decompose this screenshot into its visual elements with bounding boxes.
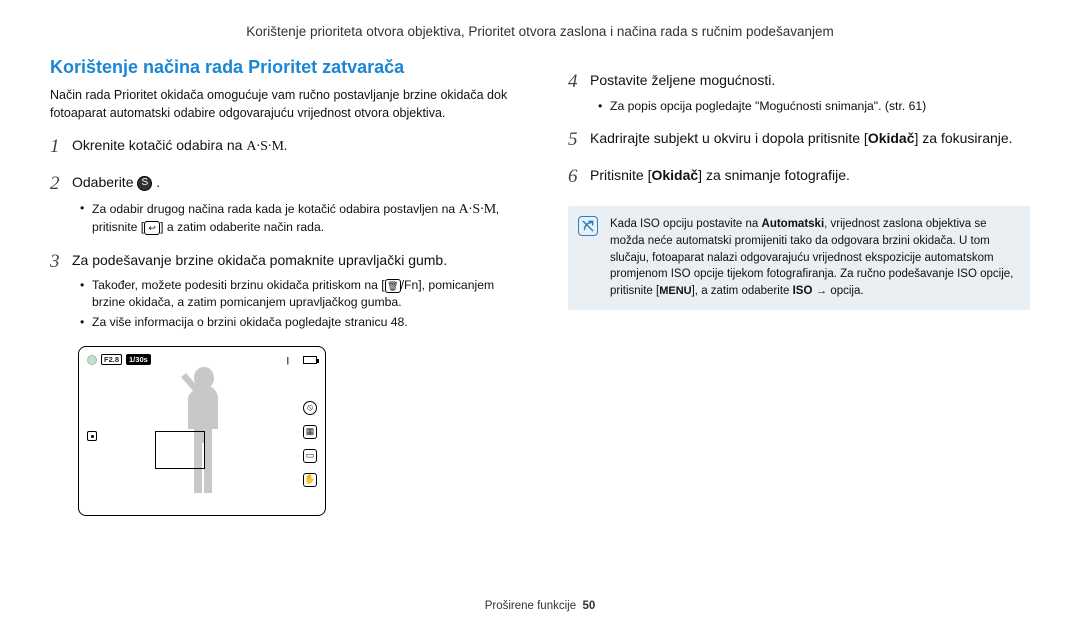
trash-fn-icon: 🗑 [385, 279, 401, 293]
step-text: Za podešavanje brzine okidača pomaknite … [72, 251, 447, 271]
step-text: Pritisnite [ [590, 167, 651, 183]
step-number: 6 [568, 166, 590, 189]
note-text: ], a zatim odaberite [692, 285, 793, 297]
step-number: 2 [50, 173, 72, 196]
step-1: 1 Okrenite kotačić odabira na A·S·M. [50, 136, 520, 159]
mode-dial-label: A·S·M [459, 202, 496, 217]
note-bold: ISO [793, 285, 813, 297]
s-mode-icon: S [137, 176, 152, 191]
bullet-text: ] a zatim odaberite način rada. [160, 220, 324, 234]
step-text: Odaberite [72, 174, 137, 190]
note-text: opcija. [830, 285, 863, 297]
left-column: Korištenje načina rada Prioritet zatvara… [50, 57, 520, 516]
shutter-bold: Okidač [651, 167, 698, 183]
step-4-bullets: Za popis opcija pogledajte "Mogućnosti s… [598, 98, 1030, 115]
section-title: Korištenje načina rada Prioritet zatvara… [50, 57, 520, 78]
arrow-icon: → [812, 285, 830, 297]
step-number: 4 [568, 71, 590, 94]
shutter-bold: Okidač [868, 130, 915, 146]
step-3: 3 Za podešavanje brzine okidača pomaknit… [50, 251, 520, 274]
camera-lcd-diagram: F2.8 1/30s | ⦸ ▦ ▭ ✋ [78, 346, 326, 516]
af-point-icon [87, 431, 97, 441]
step-5: 5 Kadrirajte subjekt u okviru i dopola p… [568, 129, 1030, 152]
step-4: 4 Postavite željene mogućnosti. [568, 71, 1030, 94]
step-2-bullets: Za odabir drugog načina rada kada je kot… [80, 200, 520, 237]
focus-frame [155, 431, 205, 469]
aperture-readout: F2.8 [101, 354, 122, 365]
step-number: 3 [50, 251, 72, 274]
single-shot-icon: ▭ [303, 449, 317, 463]
step-text: Postavite željene mogućnosti. [590, 71, 775, 91]
step-text: . [156, 174, 160, 190]
battery-icon [303, 356, 317, 364]
footer-label: Proširene funkcije [485, 600, 576, 612]
shutter-readout: 1/30s [126, 354, 151, 365]
info-note: Kada ISO opciju postavite na Automatski,… [568, 206, 1030, 310]
chapter-header: Korištenje prioriteta otvora objektiva, … [50, 24, 1030, 39]
bullet-text: Za više informacija o brzini okidača pog… [80, 314, 520, 331]
step-text: . [284, 137, 288, 153]
flash-off-icon: ⦸ [303, 401, 317, 415]
step-6: 6 Pritisnite [Okidač] za snimanje fotogr… [568, 166, 1030, 189]
page-number: 50 [583, 600, 596, 612]
note-icon [578, 216, 598, 236]
tick-mark: | [287, 355, 289, 365]
bullet-text: Za odabir drugog načina rada kada je kot… [92, 202, 459, 216]
note-text: Kada ISO opciju postavite na [610, 218, 762, 230]
intro-paragraph: Način rada Prioritet okidača omogućuje v… [50, 86, 520, 122]
step-text: Okrenite kotačić odabira na [72, 137, 246, 153]
bullet-text: Također, možete podesiti brzinu okidača … [92, 278, 385, 292]
stabilizer-icon: ✋ [303, 473, 317, 487]
step-number: 1 [50, 136, 72, 159]
step-text: ] za snimanje fotografije. [698, 167, 850, 183]
bullet-text: Za popis opcija pogledajte "Mogućnosti s… [598, 98, 1030, 115]
step-number: 5 [568, 129, 590, 152]
step-2: 2 Odaberite S . [50, 173, 520, 196]
step-3-bullets: Također, možete podesiti brzinu okidača … [80, 277, 520, 331]
right-column: 4 Postavite željene mogućnosti. Za popis… [568, 57, 1030, 516]
metering-icon: ▦ [303, 425, 317, 439]
back-icon: ↩ [144, 221, 160, 235]
mode-indicator-icon [87, 355, 97, 365]
page-footer: Proširene funkcije 50 [0, 600, 1080, 612]
step-text: ] za fokusiranje. [915, 130, 1013, 146]
step-text: Kadrirajte subjekt u okviru i dopola pri… [590, 130, 868, 146]
menu-label: MENU [659, 285, 691, 297]
lcd-side-icons: ⦸ ▦ ▭ ✋ [303, 401, 317, 487]
note-bold: Automatski [762, 218, 825, 230]
mode-dial-label: A·S·M [246, 139, 283, 154]
